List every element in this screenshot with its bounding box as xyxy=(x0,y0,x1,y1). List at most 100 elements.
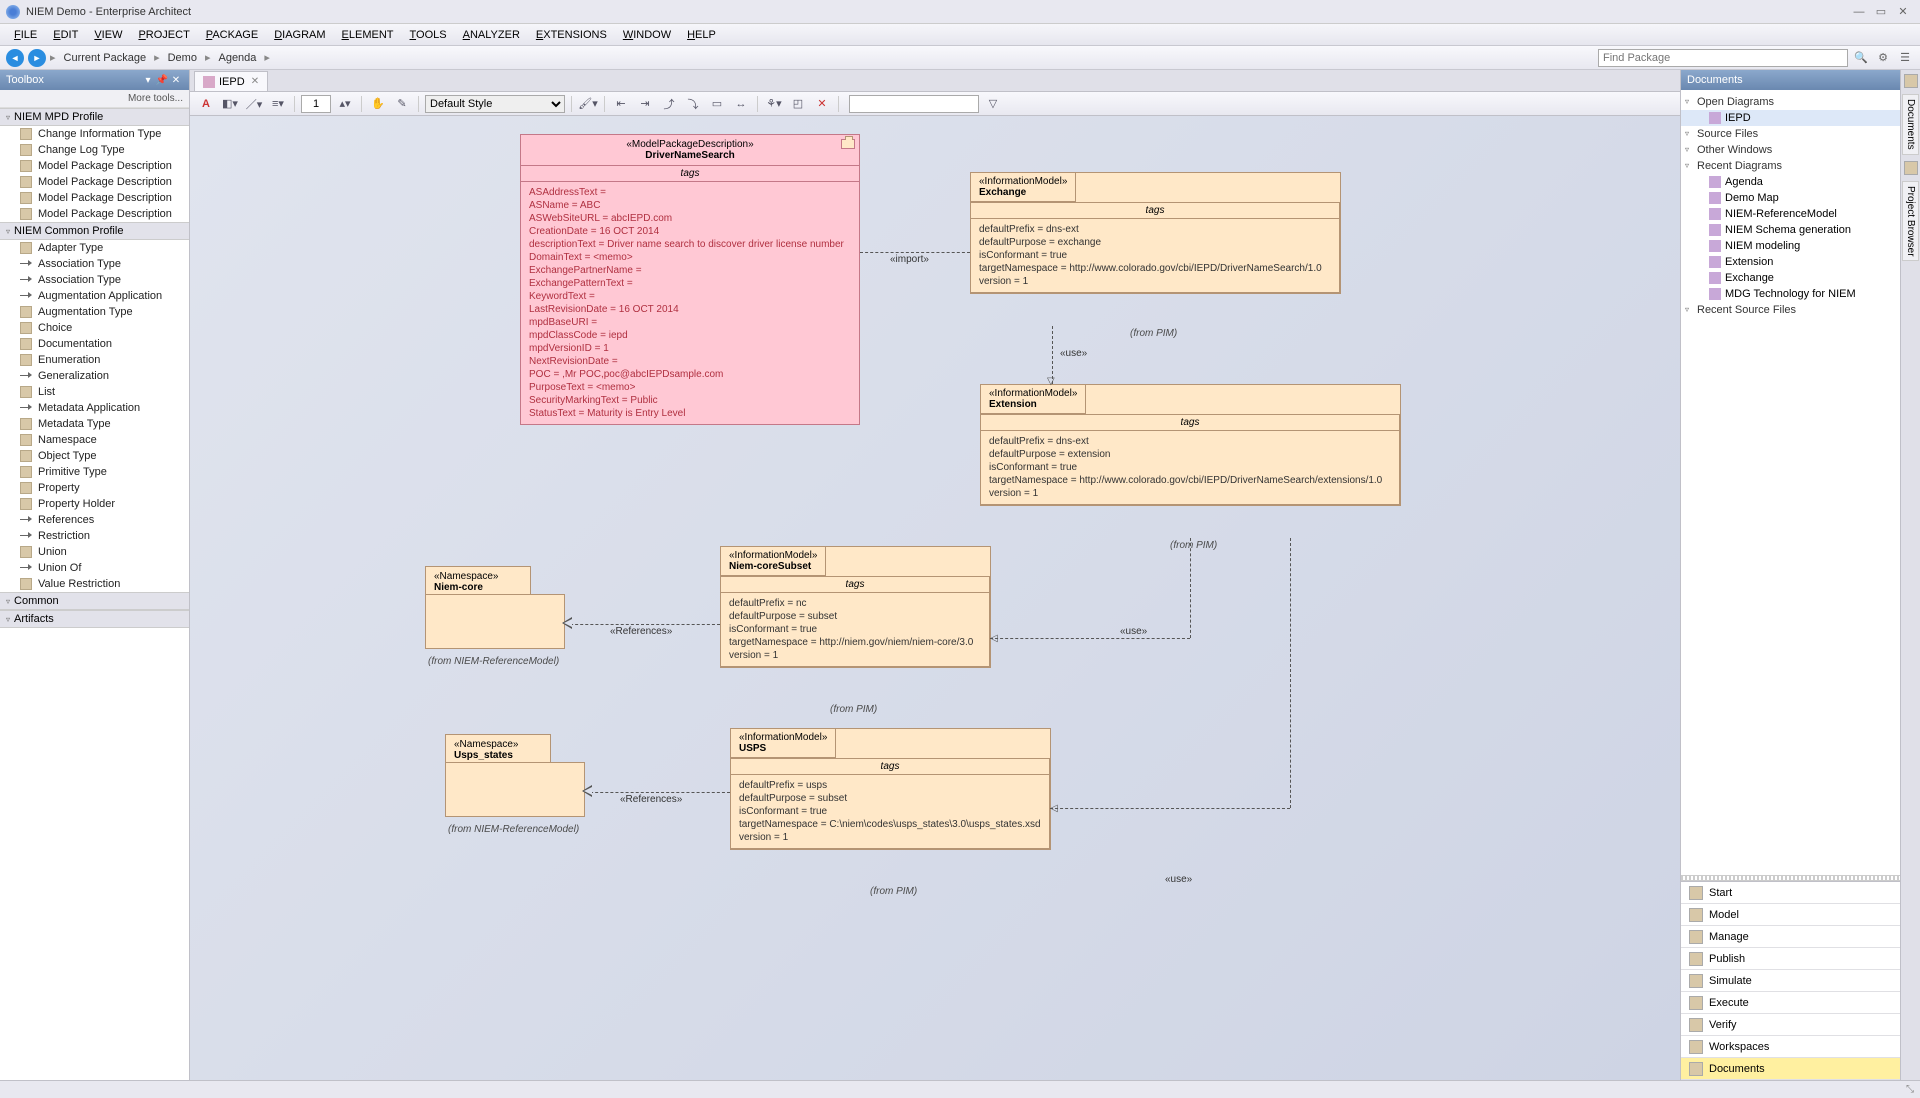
resize-grip-icon[interactable]: ⤡ xyxy=(1906,1084,1914,1095)
canvas[interactable]: «ModelPackageDescription» DriverNameSear… xyxy=(190,116,1680,1080)
toolbox-item[interactable]: Object Type xyxy=(0,448,189,464)
nav-back-button[interactable]: ◄ xyxy=(6,49,24,67)
menu-analyzer[interactable]: ANALYZER xyxy=(455,27,528,43)
toolbox-item[interactable]: Change Information Type xyxy=(0,126,189,142)
menu-extensions[interactable]: EXTENSIONS xyxy=(528,27,615,43)
menu-file[interactable]: FILE xyxy=(6,27,45,43)
right-tab-icon[interactable] xyxy=(1904,74,1918,88)
tab-iepd[interactable]: IEPD ✕ xyxy=(194,71,268,91)
toolbox-item[interactable]: Property Holder xyxy=(0,496,189,512)
settings-icon[interactable]: ⚙ xyxy=(1874,49,1892,67)
perspective-workspaces[interactable]: Workspaces xyxy=(1681,1036,1900,1058)
perspective-simulate[interactable]: Simulate xyxy=(1681,970,1900,992)
zoom-input[interactable] xyxy=(301,95,331,113)
find-package-input[interactable] xyxy=(1598,49,1848,67)
toolbox-item[interactable]: Generalization xyxy=(0,368,189,384)
toolbox-item[interactable]: Model Package Description xyxy=(0,174,189,190)
menu-package[interactable]: PACKAGE xyxy=(198,27,266,43)
right-tab-documents[interactable]: Documents xyxy=(1902,94,1919,155)
align-top-icon[interactable]: ⤴ xyxy=(659,94,679,114)
toolbox-item[interactable]: Property xyxy=(0,480,189,496)
diagram-search-input[interactable] xyxy=(849,95,979,113)
menu-help[interactable]: HELP xyxy=(679,27,724,43)
menu-project[interactable]: PROJECT xyxy=(130,27,197,43)
perspective-model[interactable]: Model xyxy=(1681,904,1900,926)
documents-section[interactable]: Source Files xyxy=(1681,126,1900,142)
menu-icon[interactable]: ☰ xyxy=(1896,49,1914,67)
documents-item[interactable]: NIEM-ReferenceModel xyxy=(1681,206,1900,222)
toolbox-section[interactable]: Artifacts xyxy=(0,610,189,628)
toolbox-section[interactable]: NIEM Common Profile xyxy=(0,222,189,240)
right-tab-project-browser[interactable]: Project Browser xyxy=(1902,181,1919,262)
toolbox-item[interactable]: Primitive Type xyxy=(0,464,189,480)
toolbox-close-icon[interactable]: ✕ xyxy=(169,75,183,86)
documents-section[interactable]: Recent Diagrams xyxy=(1681,158,1900,174)
toolbox-item[interactable]: List xyxy=(0,384,189,400)
perspective-manage[interactable]: Manage xyxy=(1681,926,1900,948)
tab-close-icon[interactable]: ✕ xyxy=(251,76,259,87)
search-icon[interactable]: 🔍 xyxy=(1852,49,1870,67)
line-width-icon[interactable]: ≡▾ xyxy=(268,94,288,114)
toolbox-pin-icon[interactable]: 📌 xyxy=(155,75,169,86)
toolbox-item[interactable]: Change Log Type xyxy=(0,142,189,158)
toolbox-item[interactable]: Augmentation Type xyxy=(0,304,189,320)
right-tab-icon[interactable] xyxy=(1904,161,1918,175)
toolbox-item[interactable]: Value Restriction xyxy=(0,576,189,592)
element-ns-niem-core-body[interactable] xyxy=(425,594,565,649)
delete-icon[interactable]: ✕ xyxy=(812,94,832,114)
toolbox-item[interactable]: Union xyxy=(0,544,189,560)
toolbox-item[interactable]: Model Package Description xyxy=(0,190,189,206)
toolbox-section[interactable]: Common xyxy=(0,592,189,610)
hand-tool-icon[interactable]: ✋ xyxy=(368,94,388,114)
nav-forward-button[interactable]: ► xyxy=(28,49,46,67)
toolbox-item[interactable]: Association Type xyxy=(0,256,189,272)
menu-edit[interactable]: EDIT xyxy=(45,27,86,43)
documents-item[interactable]: IEPD xyxy=(1681,110,1900,126)
documents-item[interactable]: MDG Technology for NIEM xyxy=(1681,286,1900,302)
style-select[interactable]: Default Style xyxy=(425,95,565,113)
edit-tool-icon[interactable]: ✎ xyxy=(392,94,412,114)
toolbox-item[interactable]: Adapter Type xyxy=(0,240,189,256)
toolbox-item[interactable]: Union Of xyxy=(0,560,189,576)
fill-color-icon[interactable]: ◧▾ xyxy=(220,94,240,114)
perspective-verify[interactable]: Verify xyxy=(1681,1014,1900,1036)
menu-window[interactable]: WINDOW xyxy=(615,27,679,43)
element-ns-usps-body[interactable] xyxy=(445,762,585,817)
toolbox-dropdown-icon[interactable]: ▾ xyxy=(141,75,155,86)
line-color-icon[interactable]: ／▾ xyxy=(244,94,264,114)
documents-section[interactable]: Open Diagrams xyxy=(1681,94,1900,110)
align-bottom-icon[interactable]: ⤵ xyxy=(683,94,703,114)
documents-item[interactable]: Exchange xyxy=(1681,270,1900,286)
toolbox-item[interactable]: Augmentation Application xyxy=(0,288,189,304)
perspective-publish[interactable]: Publish xyxy=(1681,948,1900,970)
documents-section[interactable]: Other Windows xyxy=(1681,142,1900,158)
documents-section[interactable]: Recent Source Files xyxy=(1681,302,1900,318)
apply-style-icon[interactable]: 🖌▾ xyxy=(578,94,598,114)
toolbox-item[interactable]: Model Package Description xyxy=(0,158,189,174)
element-exchange[interactable]: «InformationModel» Exchange tags default… xyxy=(970,172,1341,294)
menu-tools[interactable]: TOOLS xyxy=(402,27,455,43)
element-usps[interactable]: «InformationModel» USPS tags defaultPref… xyxy=(730,728,1051,850)
element-niem-core-subset[interactable]: «InformationModel» Niem-coreSubset tags … xyxy=(720,546,991,668)
toolbox-item[interactable]: Metadata Type xyxy=(0,416,189,432)
toolbox-item[interactable]: Model Package Description xyxy=(0,206,189,222)
font-color-icon[interactable]: A xyxy=(196,94,216,114)
space-horiz-icon[interactable]: ↔ xyxy=(731,94,751,114)
maximize-button[interactable]: ▭ xyxy=(1870,5,1892,18)
documents-item[interactable]: NIEM modeling xyxy=(1681,238,1900,254)
toolbox-section[interactable]: NIEM MPD Profile xyxy=(0,108,189,126)
minimize-button[interactable]: — xyxy=(1848,6,1870,18)
same-size-icon[interactable]: ▭ xyxy=(707,94,727,114)
zoom-stepper-icon[interactable]: ▴▾ xyxy=(335,94,355,114)
toolbox-item[interactable]: Choice xyxy=(0,320,189,336)
tool-a-icon[interactable]: ⚘▾ xyxy=(764,94,784,114)
menu-view[interactable]: VIEW xyxy=(86,27,130,43)
toolbox-item[interactable]: Namespace xyxy=(0,432,189,448)
breadcrumb-item[interactable]: Demo xyxy=(160,52,205,64)
documents-item[interactable]: Agenda xyxy=(1681,174,1900,190)
documents-item[interactable]: NIEM Schema generation xyxy=(1681,222,1900,238)
perspective-start[interactable]: Start xyxy=(1681,882,1900,904)
align-right-icon[interactable]: ⇥ xyxy=(635,94,655,114)
filter-icon[interactable]: ▽ xyxy=(983,94,1003,114)
element-extension[interactable]: «InformationModel» Extension tags defaul… xyxy=(980,384,1401,506)
